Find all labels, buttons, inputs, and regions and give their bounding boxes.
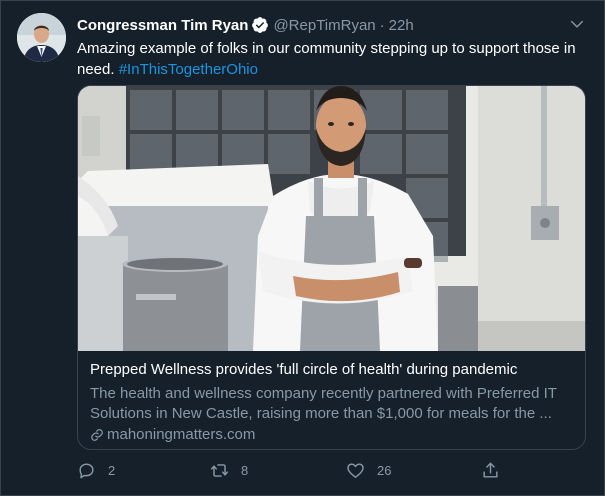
tweet-header: Congressman Tim Ryan @RepTimRyan · 22h [77,15,588,35]
retweet-icon [210,464,229,477]
card-image[interactable] [78,86,586,351]
card-domain[interactable]: mahoningmatters.com [90,426,255,443]
retweet-button[interactable]: 8 [210,461,248,480]
link-preview-card[interactable]: Prepped Wellness provides 'full circle o… [77,85,586,450]
reply-button[interactable]: 2 [77,461,115,480]
card-body[interactable]: Prepped Wellness provides 'full circle o… [78,351,585,449]
author-display-name[interactable]: Congressman Tim Ryan [77,17,248,34]
card-title[interactable]: Prepped Wellness provides 'full circle o… [90,361,517,378]
card-description: The health and wellness company recently… [90,385,557,422]
verified-badge-icon [252,17,269,33]
avatar[interactable] [17,13,66,62]
tweet-timestamp[interactable]: 22h [389,17,414,34]
retweet-count: 8 [241,463,249,478]
card-domain-text: mahoningmatters.com [107,426,256,443]
tweet[interactable]: Congressman Tim Ryan @RepTimRyan · 22h A… [0,0,605,496]
header-separator: · [379,16,385,34]
chevron-down-icon[interactable] [570,17,584,31]
link-icon [91,428,103,441]
like-icon [347,463,364,478]
tweet-text: Amazing example of folks in our communit… [77,38,592,80]
like-count: 26 [377,463,392,478]
share-icon [483,462,498,478]
reply-count: 2 [108,463,116,478]
author-handle[interactable]: @RepTimRyan [273,17,375,34]
like-button[interactable]: 26 [346,461,391,480]
tweet-actions: 2 8 26 [77,461,507,483]
reply-icon [79,463,94,479]
hashtag-link[interactable]: #InThisTogetherOhio [119,61,258,78]
share-button[interactable] [481,461,512,480]
